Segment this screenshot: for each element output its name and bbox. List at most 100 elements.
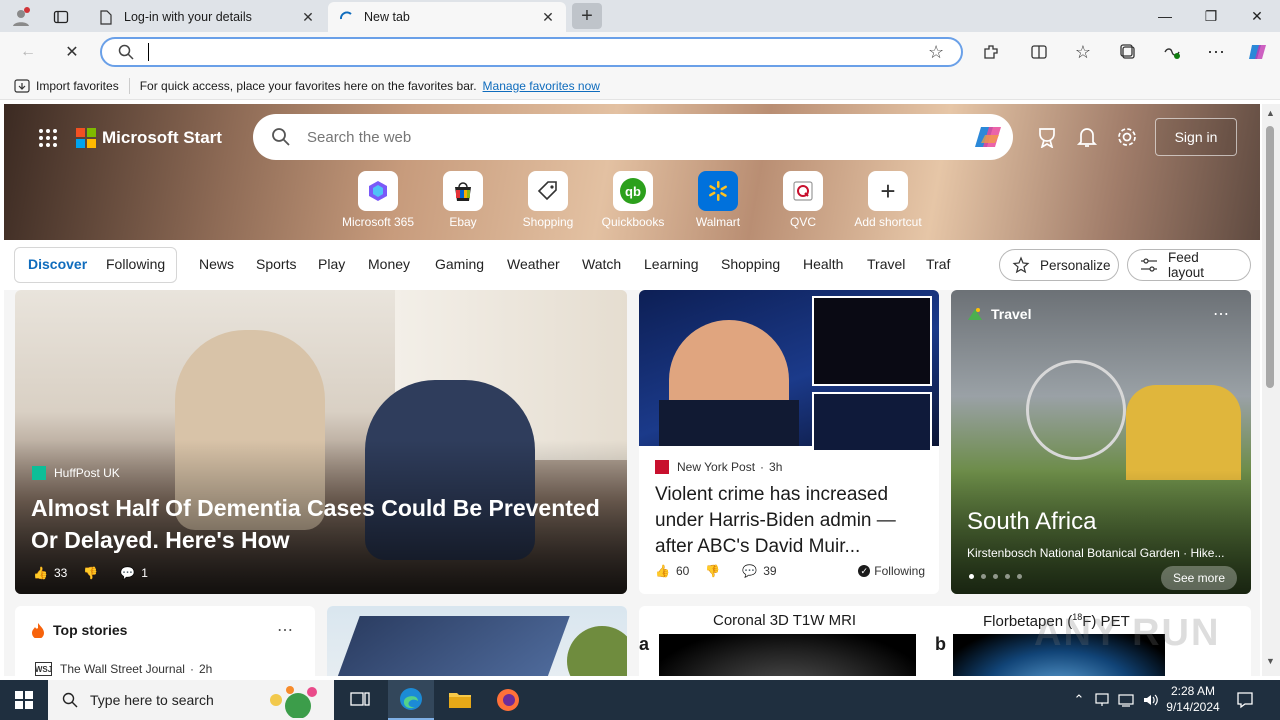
tab-health[interactable]: Health bbox=[803, 256, 843, 272]
file-explorer-icon[interactable] bbox=[438, 680, 482, 720]
import-favorites-button[interactable]: Import favorites bbox=[36, 79, 119, 93]
feed-layout-button[interactable]: Feed layout bbox=[1127, 249, 1251, 281]
shortcut-ebay[interactable]: Ebay bbox=[418, 171, 508, 229]
more-options-icon[interactable]: ⋯ bbox=[1200, 36, 1232, 68]
title-bar: Log-in with your details ✕ New tab ✕ + —… bbox=[0, 0, 1280, 32]
taskbar-search-input[interactable]: Type here to search bbox=[90, 692, 214, 708]
shortcut-add[interactable]: + Add shortcut bbox=[843, 171, 933, 229]
taskbar-search-box[interactable]: Type here to search bbox=[48, 680, 334, 720]
shortcut-qvc[interactable]: QVC bbox=[758, 171, 848, 229]
notifications-icon[interactable] bbox=[1076, 126, 1098, 151]
tab-news[interactable]: News bbox=[199, 256, 234, 272]
tab-money[interactable]: Money bbox=[368, 256, 410, 272]
notification-center-icon[interactable] bbox=[1236, 691, 1254, 712]
close-window-button[interactable]: ✕ bbox=[1234, 0, 1280, 32]
tab-shopping[interactable]: Shopping bbox=[721, 256, 780, 272]
personalize-label: Personalize bbox=[1040, 257, 1111, 273]
story-card-solar[interactable] bbox=[327, 606, 627, 676]
tab-weather[interactable]: Weather bbox=[507, 256, 560, 272]
travel-card[interactable]: Travel ⋯ South Africa Kirstenbosch Natio… bbox=[951, 290, 1251, 594]
see-more-button[interactable]: See more bbox=[1161, 566, 1237, 590]
like-icon[interactable]: 👍 bbox=[655, 564, 670, 578]
shortcut-walmart[interactable]: Walmart bbox=[673, 171, 763, 229]
vertical-scrollbar[interactable]: ▲ ▼ bbox=[1262, 104, 1280, 676]
shortcut-shopping[interactable]: Shopping bbox=[503, 171, 593, 229]
tab-new-tab[interactable]: New tab ✕ bbox=[328, 2, 566, 32]
web-search-input[interactable]: Search the web bbox=[307, 129, 973, 146]
tab-sports[interactable]: Sports bbox=[256, 256, 296, 272]
following-badge[interactable]: ✓ Following bbox=[858, 564, 925, 578]
stop-loading-button[interactable]: ✕ bbox=[56, 36, 88, 68]
carousel-dot[interactable] bbox=[1005, 574, 1010, 579]
like-icon[interactable]: 👍 bbox=[33, 566, 48, 580]
import-favorites-icon[interactable] bbox=[14, 78, 30, 93]
more-options-icon[interactable]: ⋯ bbox=[1213, 304, 1229, 324]
comment-icon[interactable]: 💬 bbox=[120, 566, 135, 580]
browser-essentials-icon[interactable] bbox=[1156, 36, 1188, 68]
travel-title[interactable]: South Africa bbox=[967, 508, 1096, 536]
new-tab-page: Microsoft Start Search the web Sign in M… bbox=[4, 104, 1260, 676]
address-bar[interactable]: ☆ bbox=[100, 37, 963, 67]
copilot-icon[interactable] bbox=[973, 121, 1005, 153]
back-button[interactable]: ← bbox=[12, 36, 44, 68]
shortcut-microsoft365[interactable]: Microsoft 365 bbox=[333, 171, 423, 229]
shortcut-quickbooks[interactable]: qb Quickbooks bbox=[588, 171, 678, 229]
new-tab-button[interactable]: + bbox=[572, 3, 602, 29]
address-input[interactable] bbox=[148, 43, 548, 61]
collections-icon[interactable] bbox=[1112, 36, 1144, 68]
carousel-dot[interactable] bbox=[969, 574, 974, 579]
comment-icon[interactable]: 💬 bbox=[742, 564, 757, 578]
story-card-main[interactable]: HuffPost UK Almost Half Of Dementia Case… bbox=[15, 290, 627, 594]
split-screen-icon[interactable] bbox=[1023, 36, 1055, 68]
tab-learning[interactable]: Learning bbox=[644, 256, 699, 272]
clock[interactable]: 2:28 AM 9/14/2024 bbox=[1166, 683, 1220, 715]
favorite-star-icon[interactable]: ☆ bbox=[928, 42, 944, 63]
tab-gaming[interactable]: Gaming bbox=[435, 256, 484, 272]
story-headline[interactable]: Violent crime has increased under Harris… bbox=[655, 482, 930, 560]
tab-following[interactable]: Following bbox=[106, 256, 165, 272]
settings-gear-icon[interactable] bbox=[1116, 126, 1138, 151]
microsoft-logo[interactable]: Microsoft Start bbox=[76, 128, 222, 148]
sign-in-button[interactable]: Sign in bbox=[1155, 118, 1237, 156]
start-button[interactable] bbox=[0, 680, 48, 720]
tab-watch[interactable]: Watch bbox=[582, 256, 621, 272]
web-search-box[interactable]: Search the web bbox=[253, 114, 1013, 160]
carousel-dot[interactable] bbox=[993, 574, 998, 579]
story-card-news[interactable]: New York Post · 3h Violent crime has inc… bbox=[639, 290, 939, 594]
volume-icon[interactable] bbox=[1142, 692, 1160, 711]
more-options-icon[interactable]: ⋯ bbox=[277, 620, 293, 640]
firefox-icon[interactable] bbox=[486, 680, 530, 720]
restore-button[interactable]: ❐ bbox=[1188, 0, 1234, 32]
task-view-icon[interactable] bbox=[340, 680, 380, 720]
close-tab-icon[interactable]: ✕ bbox=[300, 9, 316, 26]
manage-favorites-link[interactable]: Manage favorites now bbox=[483, 79, 600, 93]
favorites-icon[interactable]: ☆ bbox=[1067, 36, 1099, 68]
scroll-thumb[interactable] bbox=[1266, 126, 1274, 388]
profile-icon[interactable] bbox=[10, 6, 32, 28]
tab-discover[interactable]: Discover bbox=[28, 256, 87, 272]
copilot-icon[interactable] bbox=[1242, 36, 1274, 68]
edge-taskbar-icon[interactable] bbox=[388, 680, 434, 720]
carousel-dot[interactable] bbox=[981, 574, 986, 579]
tab-traffic[interactable]: Traf bbox=[926, 256, 950, 272]
tab-play[interactable]: Play bbox=[318, 256, 345, 272]
scroll-down-arrow[interactable]: ▼ bbox=[1266, 656, 1275, 666]
network-status-icon[interactable] bbox=[1094, 692, 1110, 711]
show-hidden-icons[interactable]: ⌃ bbox=[1068, 680, 1090, 720]
rewards-icon[interactable] bbox=[1036, 126, 1058, 151]
dislike-icon[interactable]: 👎 bbox=[705, 564, 720, 578]
carousel-dot[interactable] bbox=[1017, 574, 1022, 579]
close-tab-icon[interactable]: ✕ bbox=[540, 9, 556, 26]
minimize-button[interactable]: — bbox=[1142, 0, 1188, 32]
dislike-icon[interactable]: 👎 bbox=[83, 566, 98, 580]
tab-login[interactable]: Log-in with your details ✕ bbox=[88, 2, 326, 32]
extensions-icon[interactable] bbox=[975, 36, 1007, 68]
travel-header: Travel bbox=[967, 306, 1031, 322]
ethernet-icon[interactable] bbox=[1118, 692, 1134, 711]
scroll-up-arrow[interactable]: ▲ bbox=[1266, 108, 1275, 118]
story-headline[interactable]: Almost Half Of Dementia Cases Could Be P… bbox=[31, 492, 616, 556]
tab-travel[interactable]: Travel bbox=[867, 256, 905, 272]
tab-actions-icon[interactable] bbox=[50, 6, 72, 28]
app-launcher-icon[interactable] bbox=[38, 128, 58, 151]
personalize-button[interactable]: Personalize bbox=[999, 249, 1119, 281]
